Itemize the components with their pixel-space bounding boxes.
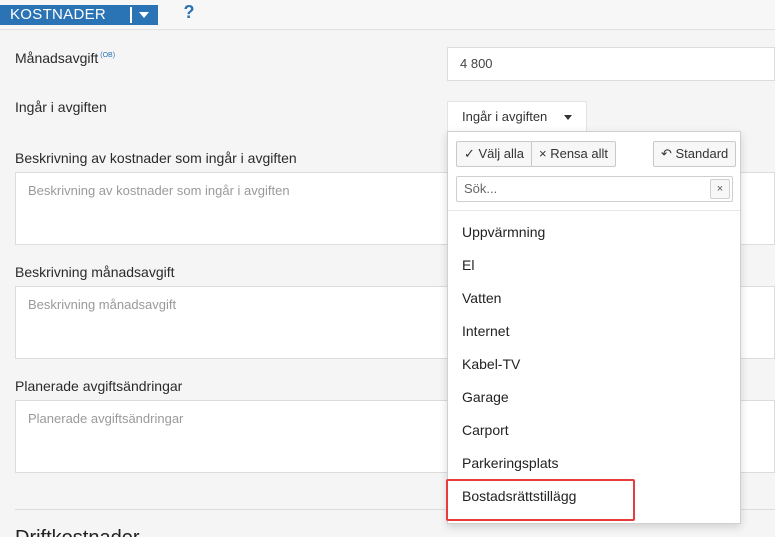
fee-desc-label: Beskrivning månadsavgift — [15, 264, 175, 280]
select-all-button[interactable]: ✓ Välj alla — [456, 141, 533, 167]
section-title: KOSTNADER — [10, 6, 107, 23]
help-icon[interactable]: ? — [180, 2, 198, 23]
option-carport[interactable]: Carport — [462, 422, 509, 438]
next-section-heading: Driftkostnader — [15, 527, 140, 537]
option-el[interactable]: El — [462, 257, 474, 273]
search-placeholder: Sök... — [464, 181, 498, 196]
section-header: KOSTNADER ? — [0, 0, 775, 30]
fee-label-sup: (OB) — [100, 52, 116, 59]
chevron-down-icon[interactable] — [130, 7, 156, 23]
option-vatten[interactable]: Vatten — [462, 290, 501, 306]
included-dropdown-menu: ✓ Välj alla × Rensa allt ↶ Standard Sök.… — [447, 131, 741, 524]
included-dropdown-trigger[interactable]: Ingår i avgiften — [447, 101, 587, 132]
standard-button[interactable]: ↶ Standard — [653, 141, 737, 167]
clear-icon[interactable]: × — [710, 179, 730, 199]
fee-label: Månadsavgift (OB) — [15, 50, 115, 66]
highlight-box — [446, 479, 635, 521]
fee-input[interactable]: 4 800 — [447, 47, 775, 81]
caret-down-icon — [564, 115, 572, 120]
option-internet[interactable]: Internet — [462, 323, 509, 339]
option-kabel-tv[interactable]: Kabel-TV — [462, 356, 520, 372]
dropdown-divider — [448, 210, 740, 211]
included-label: Ingår i avgiften — [15, 99, 107, 115]
cost-desc-label: Beskrivning av kostnader som ingår i avg… — [15, 150, 297, 166]
option-uppvarmning[interactable]: Uppvärmning — [462, 224, 545, 240]
fee-label-text: Månadsavgift — [15, 50, 99, 66]
clear-all-button[interactable]: × Rensa allt — [531, 141, 617, 167]
option-parkeringsplats[interactable]: Parkeringsplats — [462, 455, 559, 471]
section-tag[interactable]: KOSTNADER — [0, 5, 158, 25]
option-garage[interactable]: Garage — [462, 389, 509, 405]
search-field[interactable]: Sök... × — [456, 176, 733, 202]
planned-label: Planerade avgiftsändringar — [15, 378, 183, 394]
trigger-label: Ingår i avgiften — [462, 109, 548, 124]
